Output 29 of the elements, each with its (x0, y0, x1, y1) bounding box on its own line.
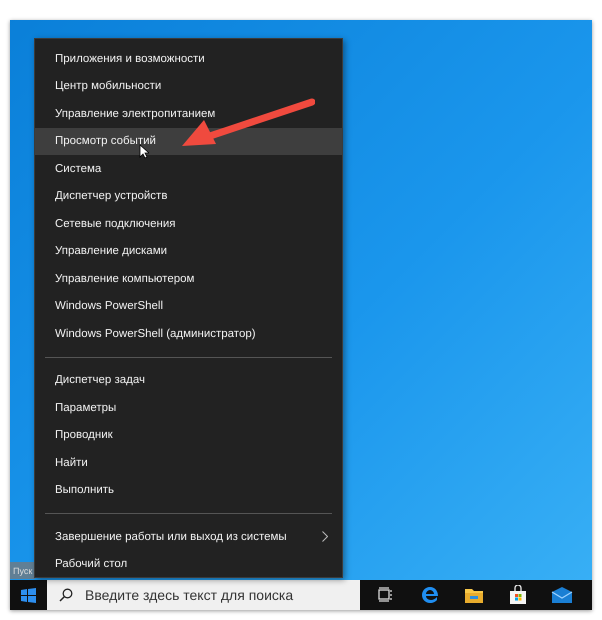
edge-browser-icon (421, 586, 439, 604)
search-input[interactable]: Введите здесь текст для поиска (83, 586, 353, 604)
menu-item[interactable]: Выполнить (35, 476, 342, 504)
menu-item[interactable]: Windows PowerShell (администратор) (35, 320, 342, 348)
menu-item[interactable]: Центр мобильности (35, 72, 342, 100)
search-icon (59, 588, 73, 602)
menu-item[interactable]: Диспетчер устройств (35, 182, 342, 210)
menu-item[interactable]: Рабочий стол (35, 550, 342, 578)
menu-item[interactable]: Управление компьютером (35, 265, 342, 292)
menu-item[interactable]: Найти (35, 449, 342, 476)
mouse-cursor-icon (139, 144, 149, 159)
menu-item[interactable]: Windows PowerShell (35, 292, 342, 320)
windows-logo-icon (21, 588, 36, 602)
search-box[interactable]: Введите здесь текст для поиска (47, 580, 360, 610)
menu-item[interactable]: Система (35, 155, 342, 182)
menu-item[interactable]: Управление дисками (35, 238, 342, 265)
shopping-bag-icon (509, 585, 527, 605)
menu-item[interactable]: Приложения и возможности (35, 45, 342, 72)
tooltip: Пуск (10, 562, 36, 579)
menu-item[interactable]: Управление электропитанием (35, 100, 342, 128)
menu-item[interactable]: Проводник (35, 422, 342, 449)
mail-icon (551, 587, 573, 603)
menu-item[interactable]: Диспетчер задач (35, 366, 342, 394)
folder-icon (464, 586, 484, 604)
menu-item[interactable]: Просмотр событий (35, 128, 342, 155)
task-view-icon (378, 587, 394, 603)
menu-item[interactable]: Завершение работы или выход из системы (35, 523, 342, 550)
menu-item[interactable]: Параметры (35, 394, 342, 422)
menu-item[interactable]: Сетевые подключения (35, 210, 342, 238)
